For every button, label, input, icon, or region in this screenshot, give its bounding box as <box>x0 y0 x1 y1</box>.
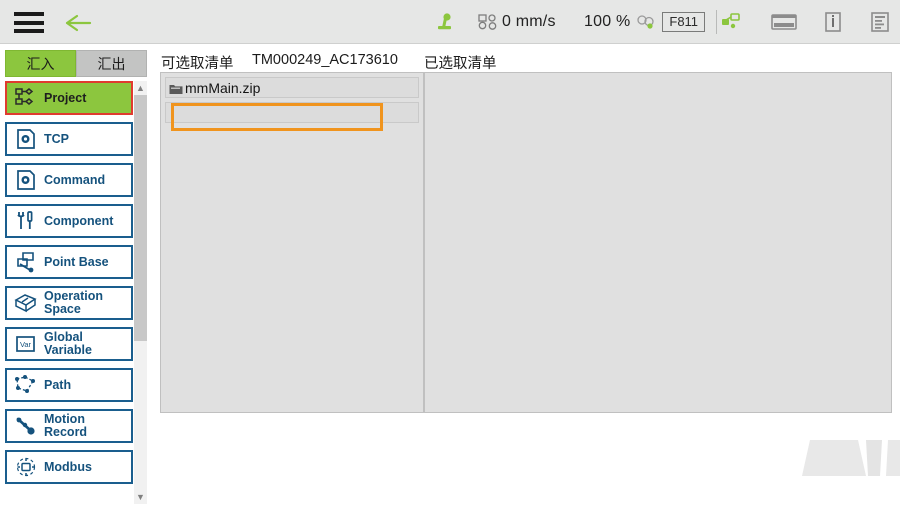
import-export-tabs: 汇入 汇出 <box>5 50 147 77</box>
sidebar-item-label: Motion Record <box>44 412 88 439</box>
project-node-icon <box>11 85 41 111</box>
point-base-icon <box>11 249 41 275</box>
left-sidebar: 汇入 汇出 Project TCP Command Component Poin… <box>0 44 152 507</box>
function-badge[interactable]: F811 <box>662 12 706 32</box>
zoom-group: 100 % F811 <box>584 0 728 44</box>
selected-list-box[interactable] <box>424 72 892 413</box>
sidebar-scrollbar[interactable]: ▲ ▼ <box>134 81 147 504</box>
zip-file-icon <box>169 82 183 94</box>
toolbar-divider <box>716 10 718 34</box>
sidebar-item-label: Command <box>44 172 106 187</box>
robot-status-group <box>434 0 456 44</box>
application-window: 0 mm/s 100 % F811 汇入 汇出 Project TCP Comm… <box>0 0 900 507</box>
sidebar-item-label: Path <box>44 377 72 392</box>
sidebar-item-project[interactable]: Project <box>5 81 133 115</box>
main-content: 可选取清单 TM000249_AC173610 已选取清单 mmMain.zip… <box>152 44 900 507</box>
chevron-down-icon[interactable]: ▼ <box>134 490 147 504</box>
top-toolbar: 0 mm/s 100 % F811 <box>0 0 900 44</box>
sidebar-item-component[interactable]: Component <box>5 204 133 238</box>
speed-gauge-icon <box>478 0 498 44</box>
sidebar-item-label: Component <box>44 213 114 228</box>
list-item-label: mmMain.zip <box>185 79 261 96</box>
sidebar-item-label: Global Variable <box>44 330 92 357</box>
node-link-icon[interactable] <box>720 0 744 44</box>
sidebar-item-global-variable[interactable]: Var Global Variable <box>5 327 133 361</box>
operation-space-icon <box>11 290 41 316</box>
sidebar-scroll-area: Project TCP Command Component Point Base… <box>3 81 137 504</box>
sidebar-item-modbus[interactable]: Modbus <box>5 450 133 484</box>
toolbar-right-icons <box>720 0 891 44</box>
available-list-box[interactable]: mmMain.zip <box>160 72 424 413</box>
component-wrench-icon <box>11 208 41 234</box>
zoom-value: 100 % <box>584 13 631 30</box>
info-icon[interactable] <box>823 0 843 44</box>
tab-import[interactable]: 汇入 <box>5 50 76 77</box>
sidebar-item-label: Project <box>44 90 87 105</box>
sidebar-item-list: Project TCP Command Component Point Base… <box>3 81 137 491</box>
available-list-code: TM000249_AC173610 <box>252 52 398 68</box>
modbus-icon <box>11 454 41 480</box>
sidebar-item-operation-space[interactable]: Operation Space <box>5 286 133 320</box>
selected-list-header: 已选取清单 <box>424 56 497 72</box>
scrollbar-thumb[interactable] <box>134 95 147 341</box>
global-variable-icon: Var <box>11 331 41 357</box>
available-list-header: 可选取清单 <box>161 56 234 72</box>
sidebar-item-path[interactable]: Path <box>5 368 133 402</box>
sidebar-item-label: TCP <box>44 131 69 146</box>
sidebar-item-label: Operation Space <box>44 289 104 316</box>
vision-toggle-icon[interactable] <box>636 0 656 44</box>
command-gear-page-icon <box>11 167 41 193</box>
sidebar-item-point-base[interactable]: Point Base <box>5 245 133 279</box>
sidebar-item-motion-record[interactable]: Motion Record <box>5 409 133 443</box>
back-arrow-icon[interactable] <box>64 13 92 33</box>
sidebar-item-tcp[interactable]: TCP <box>5 122 133 156</box>
speed-group: 0 mm/s <box>478 0 556 44</box>
sidebar-item-label: Modbus <box>44 459 92 474</box>
watermark: MECH MIND <box>762 432 900 507</box>
list-item[interactable] <box>165 102 419 123</box>
tcp-gear-page-icon <box>11 126 41 152</box>
path-icon <box>11 372 41 398</box>
robot-joint-icon[interactable] <box>434 0 456 44</box>
list-item[interactable]: mmMain.zip <box>165 77 419 98</box>
sidebar-item-label: Point Base <box>44 254 109 269</box>
keyboard-icon[interactable] <box>771 0 797 44</box>
speed-value: 0 mm/s <box>502 13 556 30</box>
log-document-icon[interactable] <box>869 0 891 44</box>
chevron-up-icon[interactable]: ▲ <box>134 81 147 95</box>
tab-export[interactable]: 汇出 <box>76 50 147 77</box>
sidebar-item-command[interactable]: Command <box>5 163 133 197</box>
hamburger-menu-icon[interactable] <box>14 12 44 33</box>
motion-record-icon <box>11 413 41 439</box>
svg-text:Var: Var <box>20 340 32 349</box>
